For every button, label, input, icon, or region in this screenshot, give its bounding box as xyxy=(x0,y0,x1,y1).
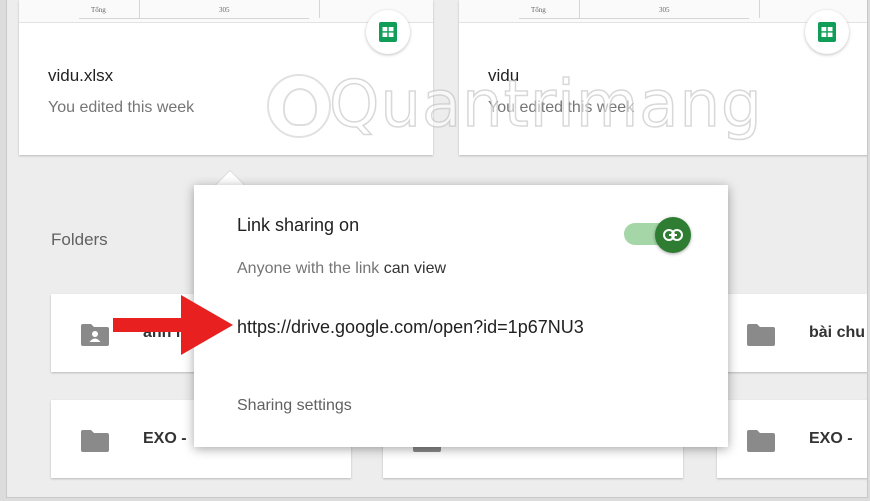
google-sheets-icon xyxy=(805,10,849,54)
folder-card[interactable]: bài chu xyxy=(717,294,867,372)
thumb-cell: Tổng xyxy=(91,6,106,14)
share-link-url[interactable]: https://drive.google.com/open?id=1p67NU3 xyxy=(237,317,584,338)
folder-name: EXO - xyxy=(809,430,853,447)
folder-card[interactable]: EXO - xyxy=(717,400,867,478)
annotation-arrow-icon xyxy=(113,295,233,355)
sharing-settings-link[interactable]: Sharing settings xyxy=(237,397,352,415)
file-modified-meta: You edited this week xyxy=(488,99,635,116)
folder-icon xyxy=(747,430,775,452)
file-modified-meta: You edited this week xyxy=(48,99,195,116)
file-name: vidu.xlsx xyxy=(48,66,114,85)
link-sharing-popup: Link sharing on Anyone with the link can… xyxy=(194,185,728,447)
popup-pointer xyxy=(215,171,245,186)
folder-icon xyxy=(747,324,775,346)
access-scope-text: Anyone with the link xyxy=(237,260,380,277)
drive-window: Tổng 305 vidu.xlsx You edited this week … xyxy=(6,0,868,498)
file-thumbnail: Tổng 305 xyxy=(459,0,867,23)
folder-icon xyxy=(81,430,109,452)
thumb-cell: 305 xyxy=(219,6,230,14)
thumb-cell: Tổng xyxy=(531,6,546,14)
file-card-vidu[interactable]: Tổng 305 vidu You edited this week xyxy=(459,0,867,155)
link-sharing-title: Link sharing on xyxy=(237,215,360,235)
access-level-dropdown[interactable]: can view xyxy=(384,260,446,277)
file-name: vidu xyxy=(488,66,520,85)
folder-name: EXO - xyxy=(143,430,187,447)
folder-name: bài chu xyxy=(809,324,866,341)
shared-folder-icon xyxy=(81,324,109,346)
google-sheets-icon xyxy=(366,10,410,54)
link-sharing-toggle[interactable] xyxy=(624,217,694,253)
link-access-description: Anyone with the link can view xyxy=(237,260,446,278)
file-card-vidu-xlsx[interactable]: Tổng 305 vidu.xlsx You edited this week xyxy=(19,0,433,155)
folders-section-label: Folders xyxy=(51,230,108,249)
thumb-cell: 305 xyxy=(659,6,670,14)
link-icon xyxy=(655,217,691,253)
